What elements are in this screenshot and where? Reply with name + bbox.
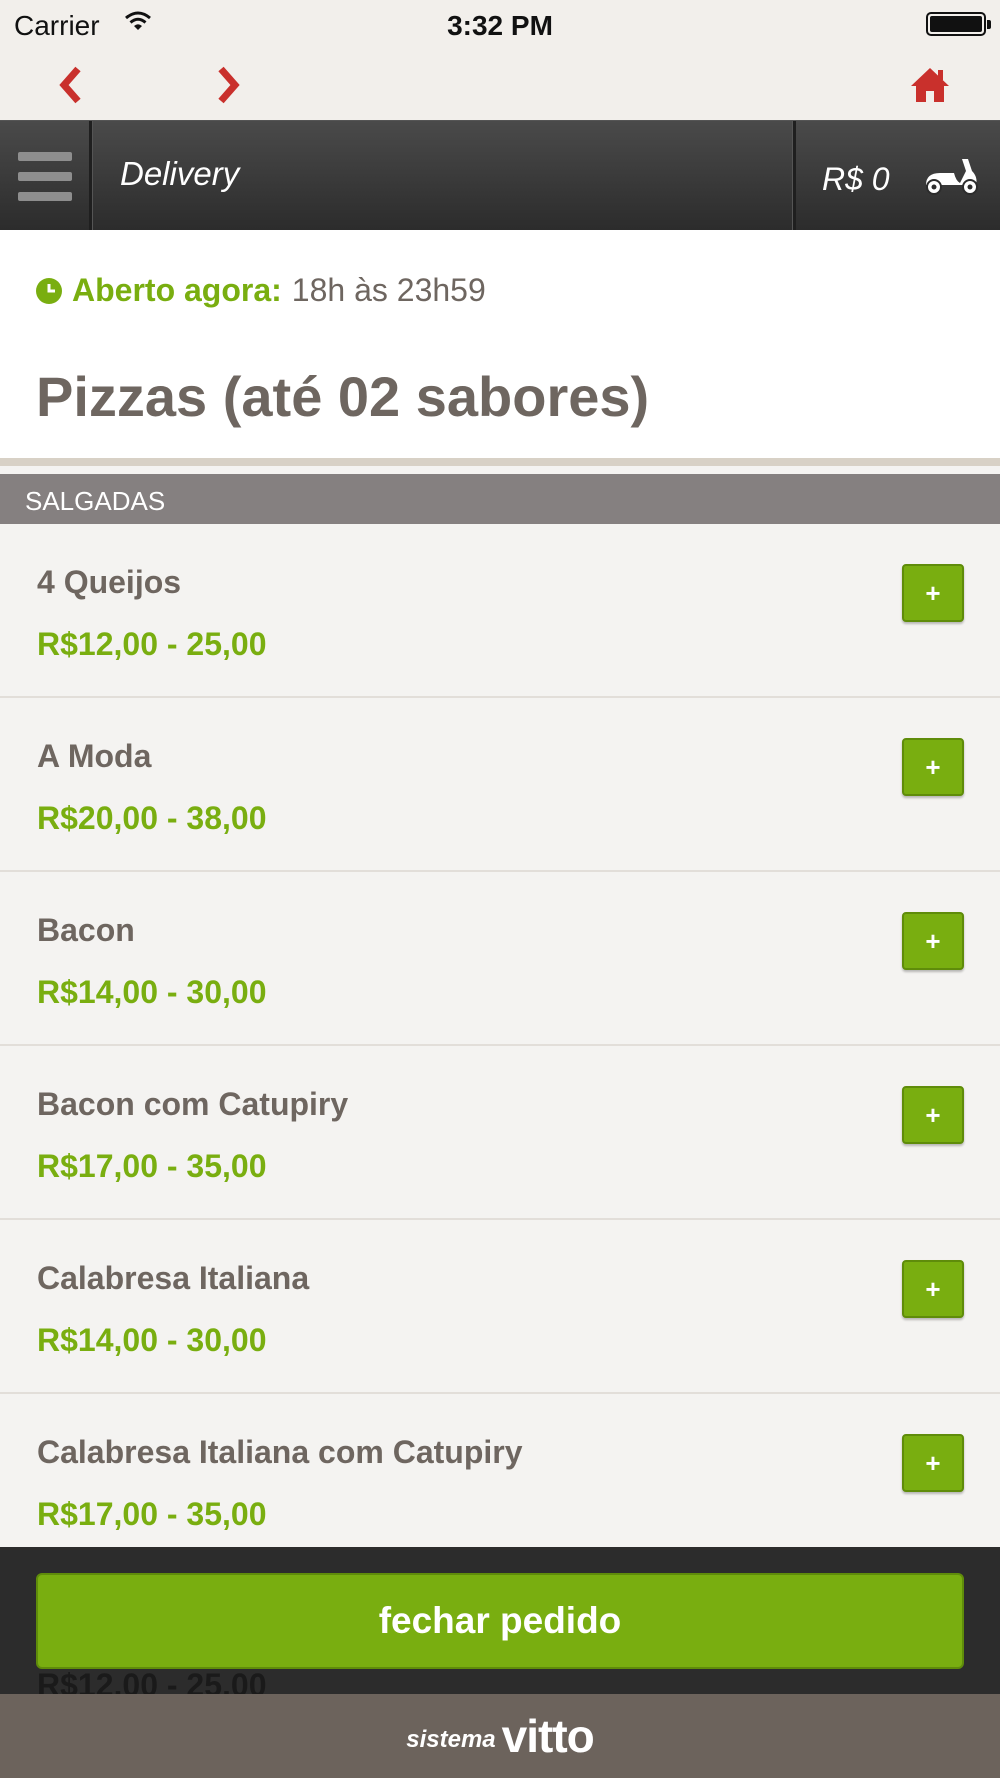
list-item[interactable]: 4 Queijos R$12,00 - 25,00 + <box>0 524 1000 698</box>
home-icon <box>911 68 949 102</box>
clock-icon <box>36 277 62 304</box>
cart-button[interactable]: R$ 0 <box>793 121 1000 231</box>
add-item-button[interactable]: + <box>902 912 964 970</box>
item-name: Calabresa Italiana <box>37 1260 310 1296</box>
item-name: Bacon com Catupiry <box>37 1086 349 1122</box>
app-header: Delivery R$ 0 <box>0 120 1000 231</box>
hamburger-icon-bar <box>17 191 72 201</box>
hamburger-icon-bar <box>17 171 72 181</box>
item-price: R$17,00 - 35,00 <box>37 1496 267 1532</box>
open-now-label: Aberto agora: <box>72 272 282 308</box>
item-price: R$14,00 - 30,00 <box>37 974 267 1010</box>
section-header-salgadas: SALGADAS <box>0 474 1000 524</box>
status-bar: Carrier 3:32 PM <box>0 0 1000 50</box>
footer-sistema-label: sistema <box>406 1726 496 1753</box>
item-price: R$17,00 - 35,00 <box>37 1148 267 1184</box>
checkout-bar: R$12,00 - 25,00 fechar pedido <box>0 1547 1000 1694</box>
vitto-logo: vitto <box>501 1710 595 1762</box>
add-item-button[interactable]: + <box>902 1260 964 1318</box>
clock-time: 3:32 PM <box>447 10 553 41</box>
add-item-button[interactable]: + <box>902 564 964 622</box>
scooter-icon <box>926 159 978 195</box>
footer-brand: sistema vitto <box>0 1694 1000 1778</box>
open-hours-value: 18h às 23h59 <box>291 272 486 308</box>
list-item[interactable]: Bacon R$14,00 - 30,00 + <box>0 872 1000 1046</box>
scrolled-item-price: R$12,00 - 25,00 <box>37 1667 267 1694</box>
product-list: 4 Queijos R$12,00 - 25,00 + A Moda R$20,… <box>0 524 1000 1568</box>
list-item[interactable]: A Moda R$20,00 - 38,00 + <box>0 698 1000 872</box>
item-price: R$14,00 - 30,00 <box>37 1322 267 1358</box>
item-name: Bacon <box>37 912 135 948</box>
item-price: R$20,00 - 38,00 <box>37 800 267 836</box>
chevron-left-icon <box>59 66 81 104</box>
hamburger-icon-bar <box>17 151 72 161</box>
home-button[interactable] <box>905 60 955 110</box>
checkout-button[interactable]: fechar pedido <box>36 1573 964 1669</box>
page-title: Pizzas (até 02 sabores) <box>36 365 650 428</box>
forward-button[interactable] <box>204 60 254 110</box>
item-price: R$12,00 - 25,00 <box>37 626 267 662</box>
browser-nav-bar <box>0 50 1000 120</box>
menu-button[interactable] <box>0 121 92 231</box>
item-name: A Moda <box>37 738 152 774</box>
list-item[interactable]: Calabresa Italiana com Catupiry R$17,00 … <box>0 1394 1000 1568</box>
item-name: 4 Queijos <box>37 564 182 600</box>
back-button[interactable] <box>45 60 95 110</box>
header-title: Delivery <box>120 155 240 192</box>
opening-hours: Aberto agora: 18h às 23h59 <box>36 272 486 309</box>
store-info: Aberto agora: 18h às 23h59 Pizzas (até 0… <box>0 230 1000 466</box>
add-item-button[interactable]: + <box>902 1086 964 1144</box>
add-item-button[interactable]: + <box>902 738 964 796</box>
cart-total: R$ 0 <box>822 161 890 197</box>
battery-icon <box>926 12 991 36</box>
list-item[interactable]: Calabresa Italiana R$14,00 - 30,00 + <box>0 1220 1000 1394</box>
item-name: Calabresa Italiana com Catupiry <box>37 1434 523 1470</box>
chevron-right-icon <box>218 66 240 104</box>
list-item[interactable]: Bacon com Catupiry R$17,00 - 35,00 + <box>0 1046 1000 1220</box>
add-item-button[interactable]: + <box>902 1434 964 1492</box>
